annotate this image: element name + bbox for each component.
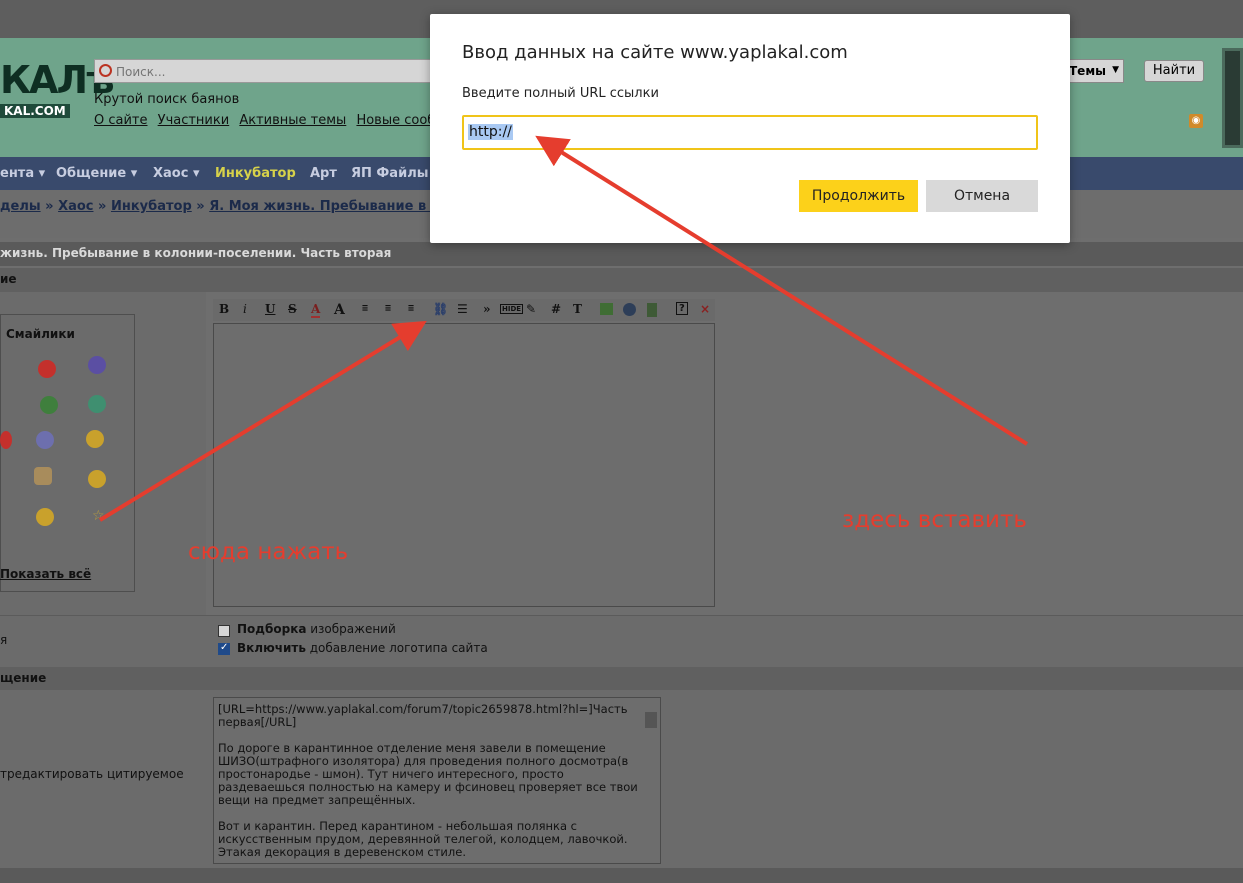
arrow-to-url-input [535, 135, 1029, 446]
paste-here-annotation: здесь вставить [842, 507, 1027, 533]
arrow-to-link-button [98, 320, 427, 522]
annotation-arrows [98, 135, 1029, 522]
click-here-annotation: сюда нажать [188, 539, 349, 565]
